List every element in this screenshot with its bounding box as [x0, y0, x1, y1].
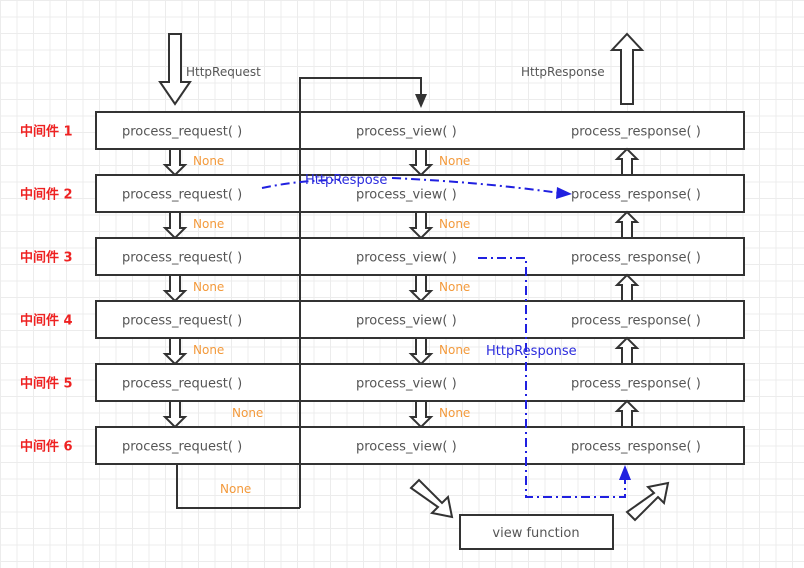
process-response-label: process_response( ): [571, 188, 701, 203]
middleware-label: 中间件 4: [20, 313, 73, 329]
request-none-label: None: [232, 406, 263, 420]
process-response-label: process_response( ): [571, 125, 701, 140]
view-none-label: None: [439, 217, 470, 231]
middleware-diagram: HttpRequest HttpResponse 中间件 1 process_re…: [20, 32, 745, 550]
view-shortcut-label: HttpResponse: [486, 344, 577, 359]
view-none-label: None: [439, 406, 470, 420]
process-view-label: process_view( ): [356, 188, 457, 203]
request-down-arrow-icon: [162, 211, 188, 240]
process-request-label: process_request( ): [122, 440, 242, 455]
view-down-arrow-icon: [408, 337, 434, 366]
request-down-arrow-icon: [162, 148, 188, 177]
process-request-label: process_request( ): [122, 125, 242, 140]
process-view-label: process_view( ): [356, 251, 457, 266]
short-circuit-label: HttpRespose: [305, 173, 387, 188]
view-none-label: None: [439, 280, 470, 294]
process-response-label: process_response( ): [571, 377, 701, 392]
view-down-arrow-icon: [408, 400, 434, 429]
view-shortcut-arrowhead-icon: [619, 465, 631, 480]
view-down-arrow-icon: [408, 274, 434, 303]
process-view-label: process_view( ): [356, 125, 457, 140]
middleware-label: 中间件 5: [20, 376, 73, 392]
http-request-label: HttpRequest: [186, 65, 261, 79]
request-to-view-connector: [299, 77, 422, 112]
view-none-label: None: [439, 154, 470, 168]
middleware-label: 中间件 3: [20, 250, 73, 266]
response-up-arrow-icon: [614, 399, 640, 428]
process-view-label: process_view( ): [356, 377, 457, 392]
http-response-arrow-icon: [609, 32, 645, 105]
request-none-label: None: [193, 280, 224, 294]
response-up-arrow-icon: [614, 147, 640, 176]
view-function-label: view function: [492, 526, 579, 541]
request-down-arrow-icon: [162, 337, 188, 366]
request-down-arrow-icon: [162, 400, 188, 429]
process-view-label: process_view( ): [356, 314, 457, 329]
view-none-label: None: [439, 343, 470, 357]
connector-arrowhead-icon: [415, 94, 427, 108]
response-up-arrow-icon: [614, 210, 640, 239]
http-response-label: HttpResponse: [521, 65, 605, 79]
to-view-function-arrow-icon: [409, 478, 454, 519]
middleware-label: 中间件 2: [20, 187, 73, 203]
process-request-label: process_request( ): [122, 377, 242, 392]
view-down-arrow-icon: [408, 148, 434, 177]
middleware-label: 中间件 6: [20, 439, 73, 455]
middleware-row: 中间件 5 process_request( ) process_view( ) pr…: [20, 363, 745, 402]
process-request-label: process_request( ): [122, 188, 242, 203]
middleware-row: 中间件 1 process_request( ) process_view( ) pr…: [20, 111, 745, 150]
response-up-arrow-icon: [614, 336, 640, 365]
middleware-row: 中间件 3 process_request( ) process_view( ) pr…: [20, 237, 745, 276]
view-down-arrow-icon: [408, 211, 434, 240]
request-none-label: None: [193, 343, 224, 357]
request-down-arrow-icon: [162, 274, 188, 303]
request-none-label: None: [193, 154, 224, 168]
middleware-row: 中间件 6 process_request( ) process_view( ) pr…: [20, 426, 745, 465]
middleware-row: 中间件 4 process_request( ) process_view( ) pr…: [20, 300, 745, 339]
middleware-label: 中间件 1: [20, 124, 73, 140]
from-view-function-arrow-icon: [625, 481, 670, 522]
process-request-label: process_request( ): [122, 251, 242, 266]
bottom-none-label: None: [220, 482, 251, 496]
process-response-label: process_response( ): [571, 440, 701, 455]
response-up-arrow-icon: [614, 273, 640, 302]
process-response-label: process_response( ): [571, 314, 701, 329]
process-view-label: process_view( ): [356, 440, 457, 455]
process-request-label: process_request( ): [122, 314, 242, 329]
request-none-label: None: [193, 217, 224, 231]
process-response-label: process_response( ): [571, 251, 701, 266]
